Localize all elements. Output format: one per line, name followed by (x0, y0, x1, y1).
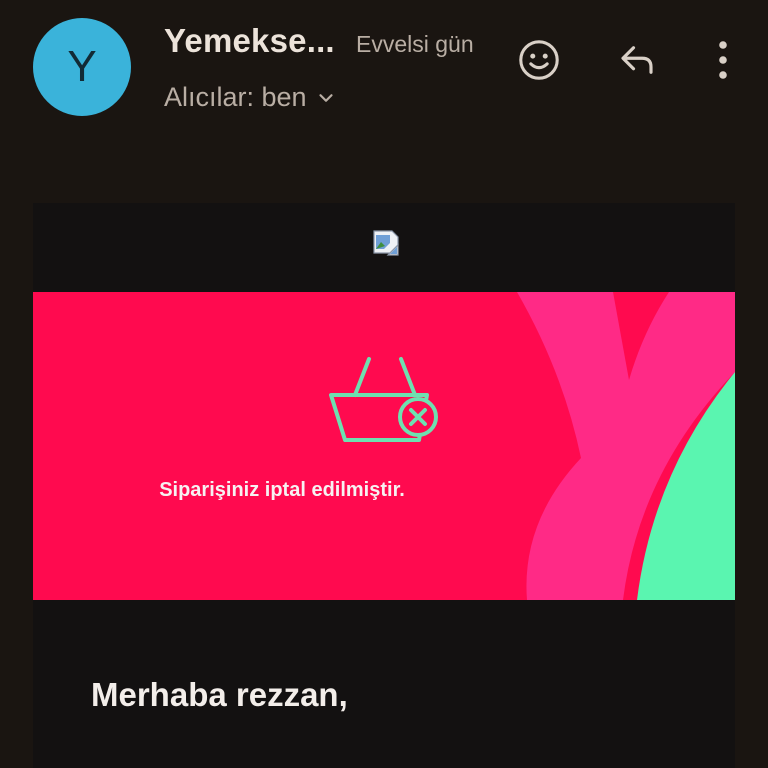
avatar-letter: Y (67, 42, 97, 91)
chevron-down-icon (318, 93, 333, 102)
greeting-text: Merhaba rezzan, (91, 676, 348, 713)
avatar[interactable]: Y (33, 18, 131, 116)
banner-message: Siparişiniz iptal edilmiştir. (159, 479, 405, 501)
more-vert-icon (719, 41, 727, 79)
recipients-toggle[interactable]: Alıcılar: ben (164, 82, 337, 113)
emoji-reaction-button[interactable] (514, 35, 564, 85)
smiley-icon (519, 40, 559, 80)
reply-button[interactable] (612, 35, 662, 85)
email-body: Siparişiniz iptal edilmiştir. Merhaba re… (33, 203, 735, 768)
recipients-label: Alıcılar: ben (164, 82, 307, 112)
order-cancelled-banner: Siparişiniz iptal edilmiştir. (33, 292, 735, 600)
reply-icon (621, 46, 653, 74)
cancelled-basket-icon (329, 357, 438, 442)
email-date: Evvelsi gün (356, 31, 474, 57)
more-options-button[interactable] (698, 35, 748, 85)
broken-image-icon (373, 230, 399, 256)
sender-name[interactable]: Yemekse... (164, 22, 335, 60)
